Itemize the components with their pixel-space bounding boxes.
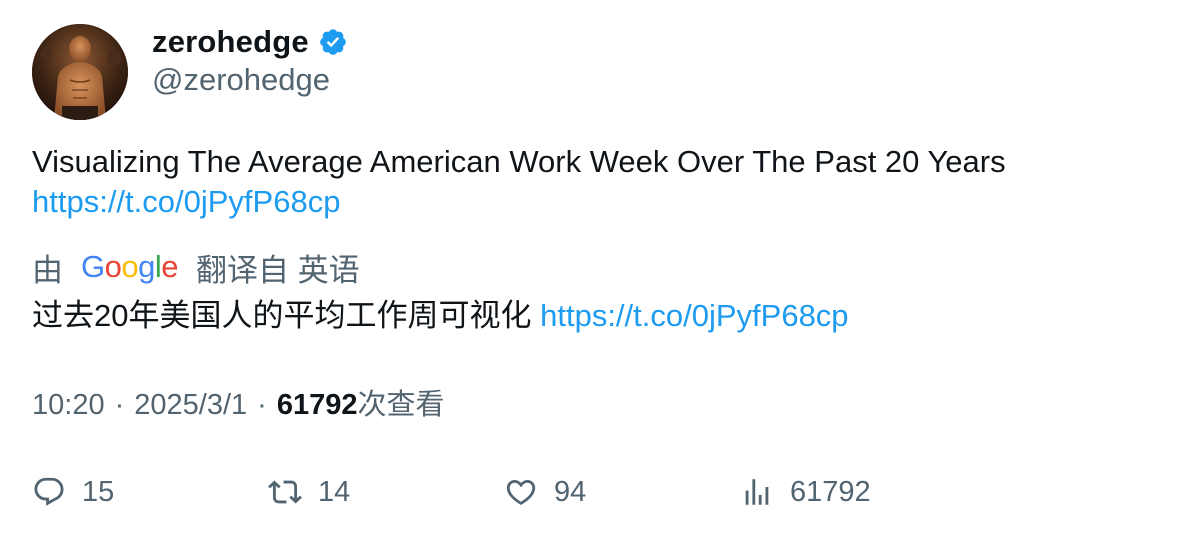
reply-button[interactable]: 15 bbox=[32, 470, 114, 514]
avatar-image bbox=[32, 24, 128, 120]
author-name-row[interactable]: zerohedge bbox=[152, 22, 348, 62]
author-handle[interactable]: @zerohedge bbox=[152, 62, 330, 98]
meta-separator: · bbox=[114, 389, 125, 421]
views-button[interactable]: 61792 bbox=[740, 470, 871, 514]
tweet-time[interactable]: 10:20 bbox=[32, 385, 105, 425]
google-logo: Google bbox=[81, 249, 179, 284]
action-bar: 15 14 94 61792 bbox=[0, 470, 1196, 514]
avatar[interactable] bbox=[32, 24, 128, 120]
views-count: 61792 bbox=[276, 389, 358, 421]
retweet-button[interactable]: 14 bbox=[268, 470, 350, 514]
views-action-count: 61792 bbox=[790, 475, 871, 508]
reply-icon bbox=[34, 477, 64, 506]
like-count: 94 bbox=[554, 475, 587, 508]
reply-count: 15 bbox=[82, 475, 115, 508]
translation-attribution: 由 Google 翻译自 英语 bbox=[32, 245, 360, 290]
translated-by-label: 由 bbox=[32, 252, 63, 288]
like-button[interactable]: 94 bbox=[504, 470, 586, 514]
views-label: 次查看 bbox=[357, 389, 445, 421]
translated-link[interactable]: https://t.co/0jPyfP68cp bbox=[540, 298, 848, 333]
tweet-date[interactable]: 2025/3/1 bbox=[134, 385, 247, 425]
translated-body: 过去20年美国人的平均工作周可视化 bbox=[32, 298, 532, 333]
heart-icon bbox=[506, 479, 536, 505]
display-name[interactable]: zerohedge bbox=[152, 24, 309, 60]
tweet-body: Visualizing The Average American Work We… bbox=[32, 144, 1006, 179]
translated-from-label[interactable]: 翻译自 英语 bbox=[196, 245, 360, 290]
verified-badge-icon[interactable] bbox=[318, 27, 348, 57]
tweet-link[interactable]: https://t.co/0jPyfP68cp bbox=[32, 184, 340, 219]
retweet-count: 14 bbox=[318, 475, 351, 508]
analytics-icon bbox=[745, 479, 769, 505]
meta-separator-2: · bbox=[257, 389, 267, 421]
translated-text: 过去20年美国人的平均工作周可视化 https://t.co/0jPyfP68c… bbox=[32, 296, 849, 336]
tweet-meta: 10:20 · 2025/3/1 · 61792 次查看 bbox=[32, 385, 444, 425]
tweet-text: Visualizing The Average American Work We… bbox=[32, 142, 1162, 222]
retweet-icon bbox=[268, 480, 302, 504]
